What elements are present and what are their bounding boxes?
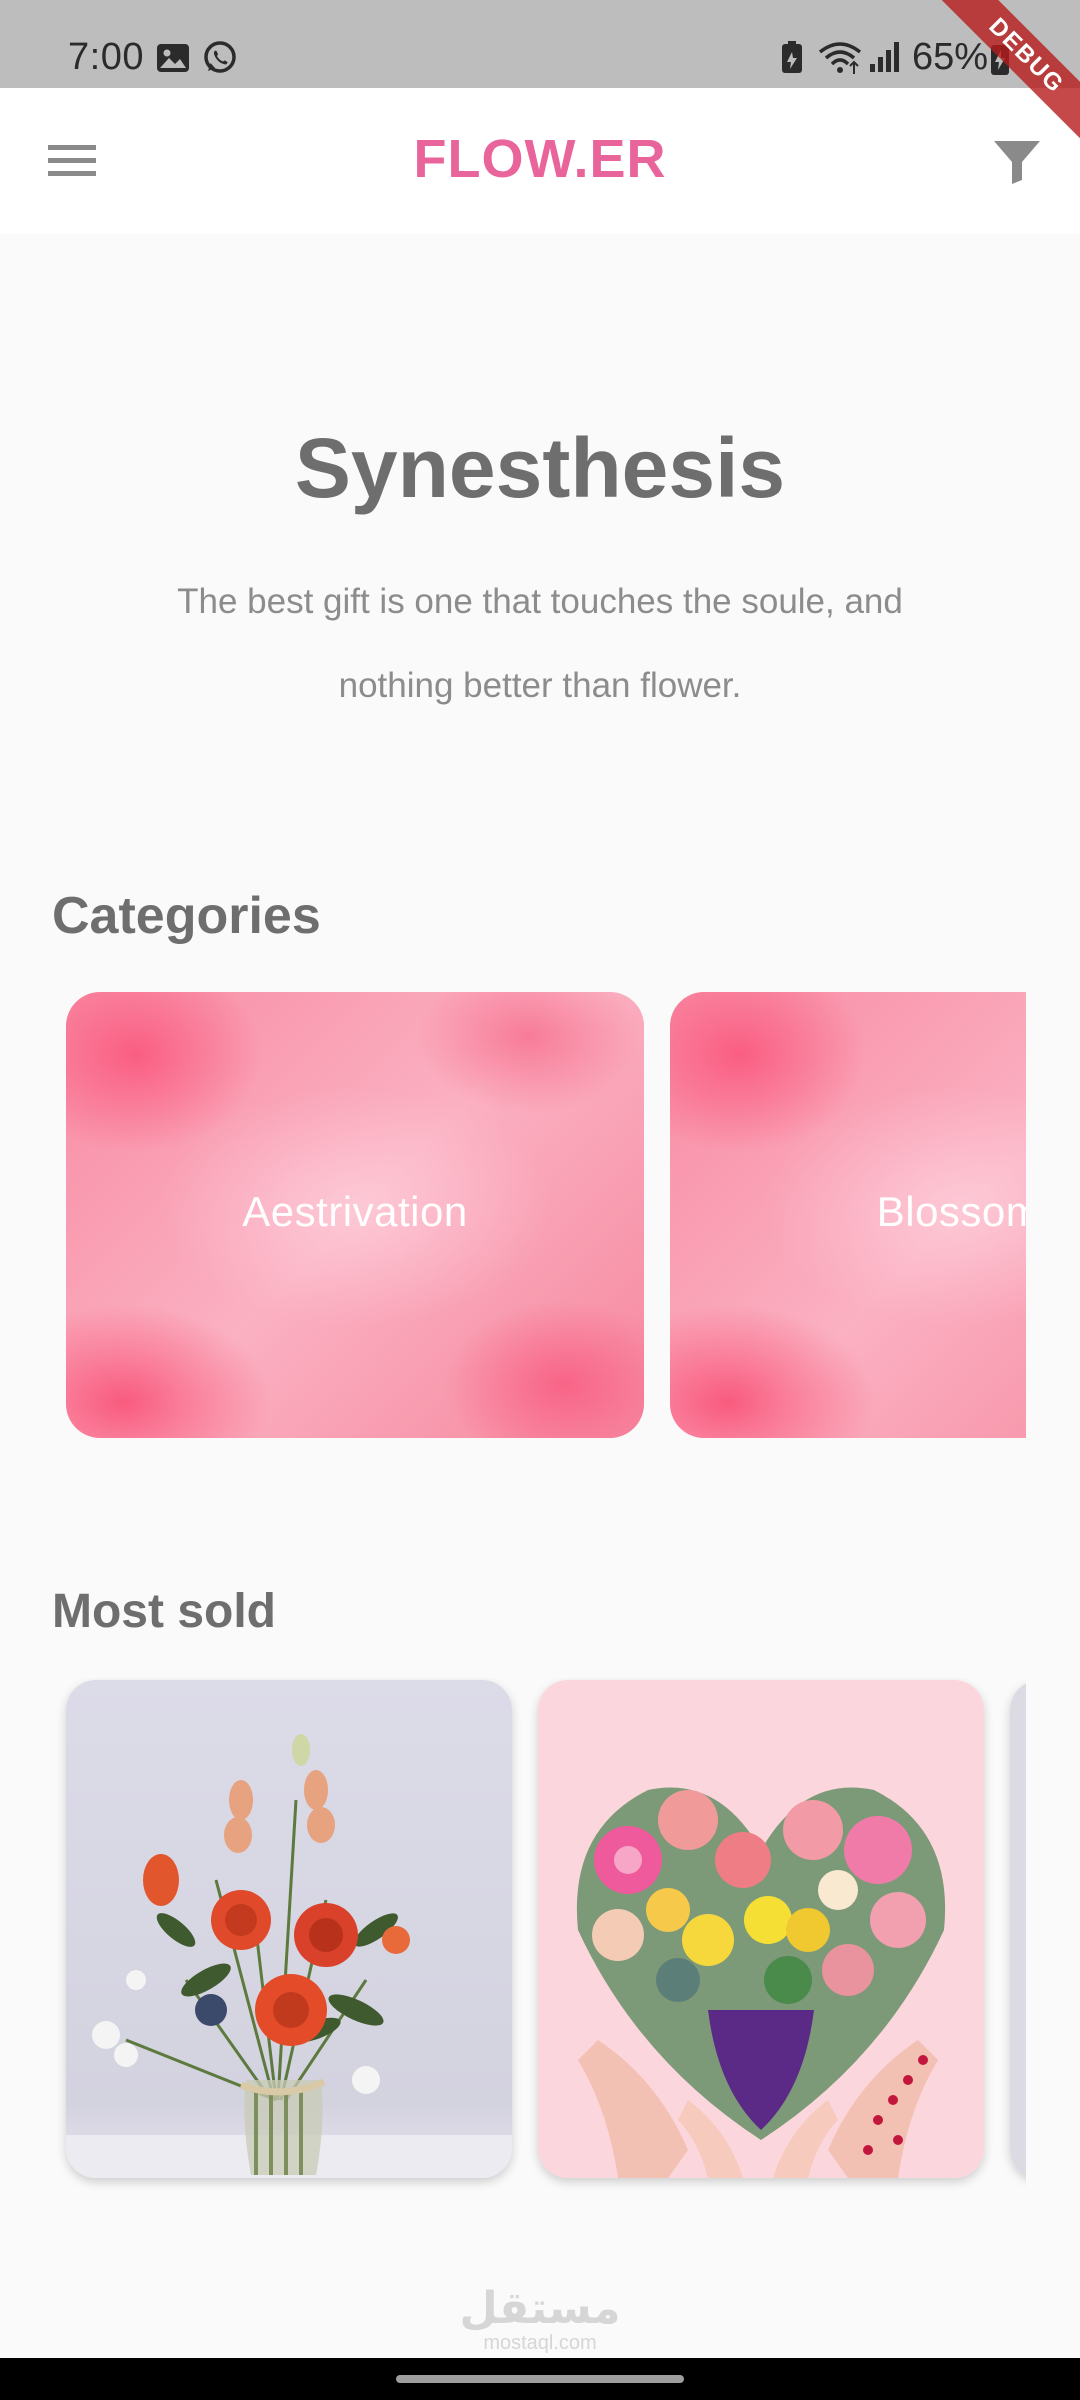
product-card[interactable] <box>66 1680 512 2178</box>
system-navigation-bar <box>0 2358 1080 2400</box>
filter-icon[interactable] <box>992 138 1042 184</box>
whatsapp-icon <box>204 41 236 73</box>
product-card[interactable] <box>1010 1680 1026 2178</box>
watermark: مستقل mostaql.com <box>0 2284 1080 2355</box>
hero-title: Synesthesis <box>294 421 786 515</box>
gallery-icon <box>157 44 189 72</box>
status-bar: 7:00 65% <box>0 0 1080 88</box>
category-label: Blossom <box>876 1188 1026 1235</box>
category-label: Aestrivation <box>242 1188 468 1235</box>
wifi-icon <box>818 42 862 74</box>
category-card[interactable]: Blossom <box>670 992 1026 1438</box>
category-card[interactable]: Aestrivation <box>66 992 644 1438</box>
hero-subtitle: The best gift is one that touches the so… <box>177 582 903 705</box>
categories-carousel[interactable]: Aestrivation Blossom <box>0 992 1026 1440</box>
watermark-logo: مستقل <box>459 2284 621 2333</box>
product-card[interactable] <box>538 1680 984 2178</box>
most-sold-carousel[interactable] <box>0 1678 1026 2198</box>
app-title: FLOW.ER <box>413 129 667 189</box>
categories-heading: Categories <box>52 887 321 945</box>
app-bar: FLOW.ER <box>0 88 1080 234</box>
charging-icon <box>991 45 1009 75</box>
battery-percentage: 65% <box>912 36 989 78</box>
most-sold-heading: Most sold <box>52 1585 276 1638</box>
flower-heart-hands-image <box>538 1680 984 2178</box>
battery-saver-icon <box>782 41 802 73</box>
signal-icon <box>870 42 899 72</box>
product-image <box>1010 1680 1026 2178</box>
home-gesture-handle[interactable] <box>396 2375 684 2383</box>
watermark-url: mostaql.com <box>483 2332 597 2354</box>
bouquet-vase-image <box>66 1680 512 2178</box>
status-time: 7:00 <box>68 36 144 78</box>
